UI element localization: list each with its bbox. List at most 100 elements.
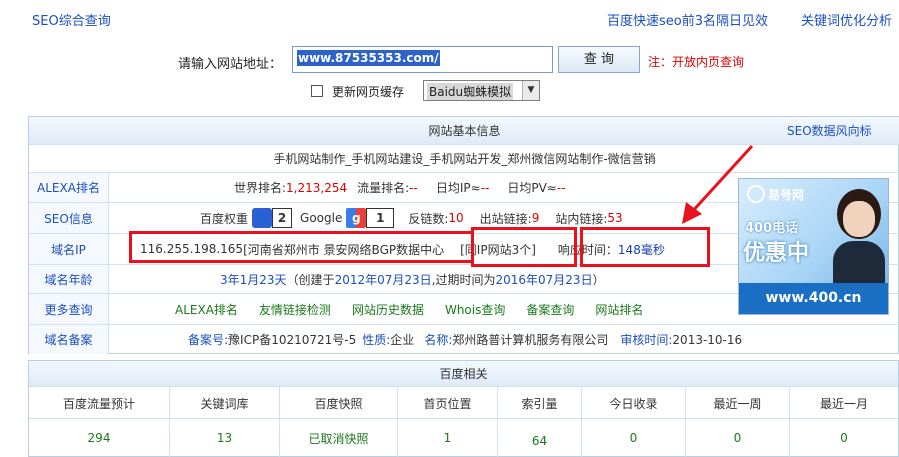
icp-label[interactable]: 域名备案 — [29, 325, 109, 354]
daily-pv-label: 日均PV≈ — [507, 181, 557, 195]
panel-title: 网站基本信息 — [428, 124, 501, 138]
domain-age-label[interactable]: 域名年龄 — [29, 265, 109, 293]
alexa-label[interactable]: ALEXA排名 — [29, 173, 109, 202]
highlight-response-box — [580, 227, 710, 267]
stat-header: 百度快照 — [280, 387, 398, 419]
options-row: 更新网页缓存 Baidu蜘蛛模拟 ▼ — [0, 80, 899, 104]
baidu-weight-badge[interactable]: 2 — [272, 208, 293, 228]
stat-header: 今日收录 — [582, 387, 686, 419]
refresh-cache-checkbox[interactable] — [311, 85, 323, 97]
chevron-down-icon[interactable]: ▼ — [522, 81, 539, 100]
baidu-stats-value-row: 294 13 已取消快照 1 64 0 0 0 — [29, 418, 898, 457]
stat-value[interactable]: 0 — [790, 419, 898, 457]
link-friend-link-check[interactable]: 友情链接检测 — [259, 301, 331, 318]
daily-ip-label: 日均IP≈ — [435, 181, 481, 195]
ad-link-seo[interactable]: 百度快速seo前3名隔日见效 — [607, 10, 768, 29]
icp-row: 域名备案 备案号: 豫ICP备10210721号-5 性质: 企业 名称: 郑州… — [29, 324, 899, 354]
age-suffix: ） — [592, 272, 605, 287]
brand-link[interactable]: SEO综合查询 — [32, 10, 111, 29]
ad-person-avatar — [831, 189, 887, 285]
stat-header: 百度流量预计 — [29, 387, 170, 419]
google-icon: g — [346, 208, 367, 228]
google-pr-badge[interactable]: 1 — [366, 208, 395, 228]
ad-promo: 优惠中 — [743, 241, 810, 266]
stat-value[interactable]: 1 — [398, 419, 498, 457]
icp-name-label: 名称: — [424, 333, 453, 347]
search-row: 请输入网站地址： www.87535353.com/ 查 询 注：开放内页查询 — [0, 46, 899, 76]
top-bar: SEO综合查询 百度快速seo前3名隔日见效 关键词优化分析 — [0, 0, 899, 36]
more-queries-label[interactable]: 更多查询 — [29, 294, 109, 324]
traffic-rank-value: -- — [409, 180, 418, 195]
inner-page-note: 注：开放内页查询 — [648, 55, 745, 69]
expires-prefix: ,过期时间为 — [431, 272, 496, 287]
inbound-label: 站内链接: — [555, 211, 608, 226]
icp-audit-time: 2013-10-16 — [672, 332, 743, 347]
stat-value[interactable]: 64 — [498, 419, 582, 457]
baidu-stats-header-row: 百度流量预计 关键词库 百度快照 首页位置 索引量 今日收录 最近一周 最近一月 — [29, 386, 898, 419]
site-title: 手机网站制作_手机网站建设_手机网站开发_郑州微信网站制作-微信营销 — [273, 152, 656, 166]
stat-header: 索引量 — [498, 387, 582, 419]
created-prefix: （创建于 — [286, 272, 335, 287]
ad-logo-icon — [747, 185, 765, 203]
ad-site-bar: www.400.cn — [739, 283, 888, 314]
baidu-stats-header: 百度相关 — [29, 361, 898, 386]
ad-brand-text: 易号网 — [768, 187, 805, 202]
stat-header: 关键词库 — [170, 387, 280, 419]
backlinks-value[interactable]: 10 — [448, 211, 463, 225]
baidu-stats-panel: 百度相关 百度流量预计 关键词库 百度快照 首页位置 索引量 今日收录 最近一周… — [28, 360, 899, 457]
icp-name: 郑州路普计算机服务有限公司 — [452, 333, 609, 347]
link-whois[interactable]: Whois查询 — [445, 301, 505, 318]
icp-nature: 企业 — [390, 333, 415, 347]
spider-select[interactable]: Baidu蜘蛛模拟 ▼ — [423, 80, 540, 101]
refresh-cache-label: 更新网页缓存 — [332, 85, 405, 99]
backlinks-label: 反链数: — [408, 211, 449, 226]
icp-number-label: 备案号: — [188, 333, 229, 347]
stat-value[interactable]: 0 — [686, 419, 790, 457]
spider-select-value: Baidu蜘蛛模拟 — [427, 83, 514, 100]
google-label: Google — [300, 211, 343, 225]
stat-value[interactable]: 294 — [29, 419, 170, 457]
outbound-label: 出站链接: — [479, 211, 532, 226]
link-icp-query[interactable]: 备案查询 — [526, 301, 574, 318]
icp-audit-label: 审核时间: — [620, 333, 673, 347]
domain-ip-label[interactable]: 域名IP — [29, 234, 109, 264]
link-site-rank[interactable]: 网站排名 — [595, 301, 643, 318]
baidu-paw-icon: 🐾 — [252, 208, 273, 228]
inbound-value[interactable]: 53 — [607, 211, 622, 225]
stat-header: 首页位置 — [398, 387, 498, 419]
icp-number: 豫ICP备10210721号-5 — [228, 333, 357, 347]
link-history-data[interactable]: 网站历史数据 — [352, 301, 424, 318]
highlight-ip-box — [129, 231, 474, 263]
baidu-weight-label: 百度权重 — [200, 211, 249, 226]
highlight-same-ip-box — [471, 227, 577, 267]
ad-brand: 易号网 — [747, 185, 804, 203]
url-input-value: www.87535353.com/ — [297, 50, 440, 66]
stat-value[interactable]: 已取消快照 — [280, 419, 398, 457]
stat-value[interactable]: 13 — [170, 419, 280, 457]
baidu-stats-title: 百度相关 — [439, 367, 488, 381]
expires-date: 2016年07月23日 — [495, 272, 593, 287]
daily-ip-value: -- — [480, 180, 490, 195]
daily-pv-value: -- — [556, 180, 566, 195]
query-button[interactable]: 查 询 — [558, 46, 640, 73]
panel-header: 网站基本信息 SEO数据风向标 — [29, 117, 899, 144]
traffic-rank-label: 流量排名: — [357, 181, 410, 195]
world-rank-value: 1,213,254 — [286, 180, 348, 195]
stat-header: 最近一周 — [686, 387, 790, 419]
url-input[interactable]: www.87535353.com/ — [292, 46, 553, 73]
ad-banner[interactable]: 易号网 400电话 优惠中 www.400.cn — [738, 178, 889, 315]
created-date: 2012年07月23日 — [334, 272, 432, 287]
link-alexa-rank[interactable]: ALEXA排名 — [175, 301, 238, 318]
outbound-value[interactable]: 9 — [532, 211, 540, 225]
stat-header: 最近一月 — [819, 396, 868, 411]
site-title-row: 手机网站制作_手机网站建设_手机网站开发_郑州微信网站制作-微信营销 — [29, 144, 899, 172]
seo-trend-link[interactable]: SEO数据风向标 — [787, 122, 872, 139]
icp-nature-label: 性质: — [362, 333, 391, 347]
domain-age-value: 3年1月23天 — [220, 272, 287, 287]
world-rank-label: 世界排名: — [234, 181, 287, 195]
seo-info-label[interactable]: SEO信息 — [29, 203, 109, 233]
url-label: 请输入网站地址： — [178, 57, 283, 72]
ad-link-keyword[interactable]: 关键词优化分析 — [801, 10, 892, 29]
ad-phone-promo: 400电话 — [745, 221, 799, 236]
stat-value[interactable]: 0 — [582, 419, 686, 457]
